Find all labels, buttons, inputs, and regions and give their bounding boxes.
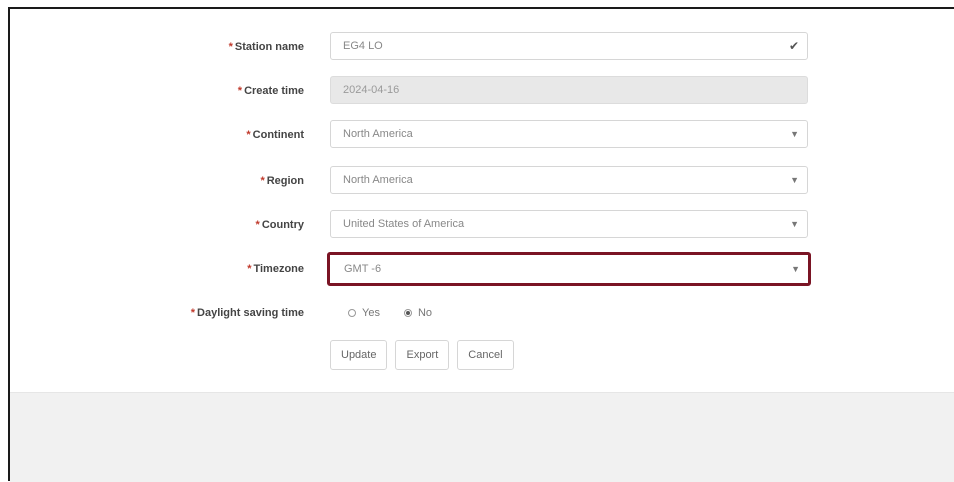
station-name-value: EG4 LO [343, 40, 383, 52]
export-button[interactable]: Export [395, 340, 450, 370]
timezone-value: GMT -6 [344, 263, 382, 275]
required-marker: * [247, 263, 252, 275]
station-name-input[interactable]: EG4 LO ✔ [330, 32, 808, 60]
radio-unchecked-icon [348, 309, 356, 317]
country-value: United States of America [343, 218, 465, 230]
daylight-no-radio[interactable]: No [403, 307, 433, 319]
daylight-yes-radio[interactable]: Yes [348, 307, 380, 319]
continent-row: * Continent North America ▼ [0, 120, 954, 150]
region-value: North America [343, 174, 413, 186]
station-name-row: * Station name EG4 LO ✔ [0, 32, 954, 62]
daylight-saving-row: * Daylight saving time Yes No [0, 298, 954, 328]
station-name-label-text: Station name [234, 41, 304, 53]
timezone-select[interactable]: GMT -6 ▼ [327, 252, 811, 286]
region-select[interactable]: North America ▼ [330, 166, 808, 194]
required-marker: * [246, 129, 251, 141]
region-label: * Region [260, 166, 304, 196]
country-select[interactable]: United States of America ▼ [330, 210, 808, 238]
button-row: Update Export Cancel [0, 340, 954, 370]
create-time-label-text: Create time [244, 85, 304, 97]
country-label-text: Country [261, 219, 304, 231]
cancel-button[interactable]: Cancel [457, 340, 514, 370]
required-marker: * [260, 175, 265, 187]
create-time-input: 2024-04-16 [330, 76, 808, 104]
continent-select[interactable]: North America ▼ [330, 120, 808, 148]
timezone-label: * Timezone [247, 254, 304, 284]
update-button[interactable]: Update [330, 340, 388, 370]
continent-value: North America [343, 128, 413, 140]
country-row: * Country United States of America ▼ [0, 210, 954, 240]
daylight-saving-label-text: Daylight saving time [197, 307, 304, 319]
daylight-saving-label: * Daylight saving time [191, 298, 304, 328]
action-buttons: Update Export Cancel [330, 340, 514, 370]
create-time-label: * Create time [238, 76, 304, 106]
daylight-no-label: No [417, 307, 433, 319]
country-label: * Country [256, 210, 304, 240]
region-row: * Region North America ▼ [0, 166, 954, 196]
continent-label-text: Continent [252, 129, 304, 141]
region-label-text: Region [266, 175, 304, 187]
chevron-down-icon: ▼ [790, 219, 799, 229]
daylight-saving-radio-group: Yes No [348, 298, 432, 328]
continent-label: * Continent [246, 120, 304, 150]
station-name-label: * Station name [229, 32, 304, 62]
chevron-down-icon: ▼ [790, 129, 799, 139]
create-time-value: 2024-04-16 [343, 84, 400, 96]
radio-checked-icon [403, 309, 412, 317]
required-marker: * [237, 85, 243, 97]
chevron-down-icon: ▼ [791, 264, 800, 274]
timezone-label-text: Timezone [253, 263, 304, 275]
chevron-down-icon: ▼ [790, 175, 799, 185]
required-marker: * [228, 41, 233, 53]
create-time-row: * Create time 2024-04-16 [0, 76, 954, 106]
footer-area [10, 392, 954, 482]
required-marker: * [190, 307, 196, 319]
timezone-row: * Timezone GMT -6 ▼ [0, 252, 954, 286]
check-icon: ✔ [788, 39, 799, 53]
required-marker: * [255, 219, 260, 231]
daylight-yes-label: Yes [362, 307, 380, 319]
